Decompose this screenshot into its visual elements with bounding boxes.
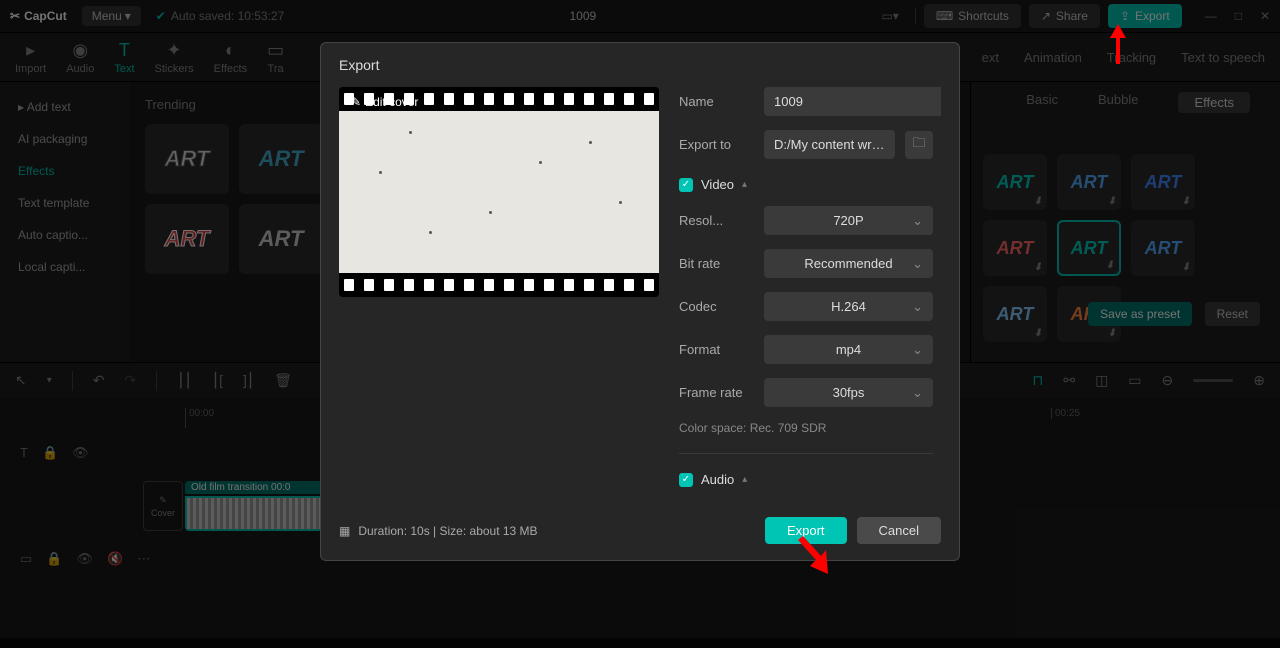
row-format: Format mp4 bbox=[679, 335, 933, 364]
modal-cancel-button[interactable]: Cancel bbox=[857, 517, 941, 544]
film-icon: ▦ bbox=[339, 524, 350, 538]
film-frame bbox=[339, 111, 659, 273]
format-label: Format bbox=[679, 342, 754, 357]
bitrate-label: Bit rate bbox=[679, 256, 754, 271]
edit-cover-label: Edit cover bbox=[365, 95, 418, 109]
exportto-path: D:/My content writin... bbox=[764, 130, 895, 159]
bitrate-select[interactable]: Recommended bbox=[764, 249, 933, 278]
codec-label: Codec bbox=[679, 299, 754, 314]
browse-folder-button[interactable]: 🗀 bbox=[905, 131, 933, 159]
row-exportto: Export to D:/My content writin... 🗀 bbox=[679, 130, 933, 159]
caret-up-icon: ▴ bbox=[742, 474, 747, 485]
modal-settings: Name Export to D:/My content writin... 🗀… bbox=[679, 87, 941, 501]
folder-icon: 🗀 bbox=[912, 134, 925, 156]
pencil-icon: ✎ bbox=[351, 95, 361, 109]
modal-title: Export bbox=[321, 43, 959, 87]
row-name: Name bbox=[679, 87, 933, 116]
section-audio[interactable]: ✓ Audio ▴ bbox=[679, 472, 933, 487]
video-section-label: Video bbox=[701, 177, 734, 192]
row-codec: Codec H.264 bbox=[679, 292, 933, 321]
audio-section-label: Audio bbox=[701, 472, 734, 487]
resolution-label: Resol... bbox=[679, 213, 754, 228]
edit-cover-button[interactable]: ✎ Edit cover bbox=[351, 95, 418, 109]
format-select[interactable]: mp4 bbox=[764, 335, 933, 364]
exportto-label: Export to bbox=[679, 137, 754, 152]
export-modal: Export ✎ Edit cover bbox=[320, 42, 960, 561]
duration-text: Duration: 10s | Size: about 13 MB bbox=[358, 524, 537, 538]
modal-preview-col: ✎ Edit cover bbox=[339, 87, 659, 501]
section-video[interactable]: ✓ Video ▴ bbox=[679, 177, 933, 192]
row-resolution: Resol... 720P bbox=[679, 206, 933, 235]
framerate-select[interactable]: 30fps bbox=[764, 378, 933, 407]
name-label: Name bbox=[679, 94, 754, 109]
preview-box: ✎ Edit cover bbox=[339, 87, 659, 297]
film-strip-bottom bbox=[339, 273, 659, 297]
colorspace-info: Color space: Rec. 709 SDR bbox=[679, 421, 933, 435]
modal-overlay: Export ✎ Edit cover bbox=[0, 0, 1280, 648]
checkbox-checked-icon[interactable]: ✓ bbox=[679, 473, 693, 487]
resolution-select[interactable]: 720P bbox=[764, 206, 933, 235]
divider bbox=[679, 453, 933, 454]
annotation-arrow-bottom bbox=[798, 530, 838, 585]
duration-info: ▦ Duration: 10s | Size: about 13 MB bbox=[339, 524, 538, 538]
checkbox-checked-icon[interactable]: ✓ bbox=[679, 178, 693, 192]
name-input[interactable] bbox=[764, 87, 941, 116]
modal-body: ✎ Edit cover Name bbox=[321, 87, 959, 501]
caret-up-icon: ▴ bbox=[742, 179, 747, 190]
row-framerate: Frame rate 30fps bbox=[679, 378, 933, 407]
annotation-arrow-top bbox=[1108, 24, 1128, 69]
row-bitrate: Bit rate Recommended bbox=[679, 249, 933, 278]
codec-select[interactable]: H.264 bbox=[764, 292, 933, 321]
framerate-label: Frame rate bbox=[679, 385, 754, 400]
modal-footer: ▦ Duration: 10s | Size: about 13 MB Expo… bbox=[321, 501, 959, 560]
